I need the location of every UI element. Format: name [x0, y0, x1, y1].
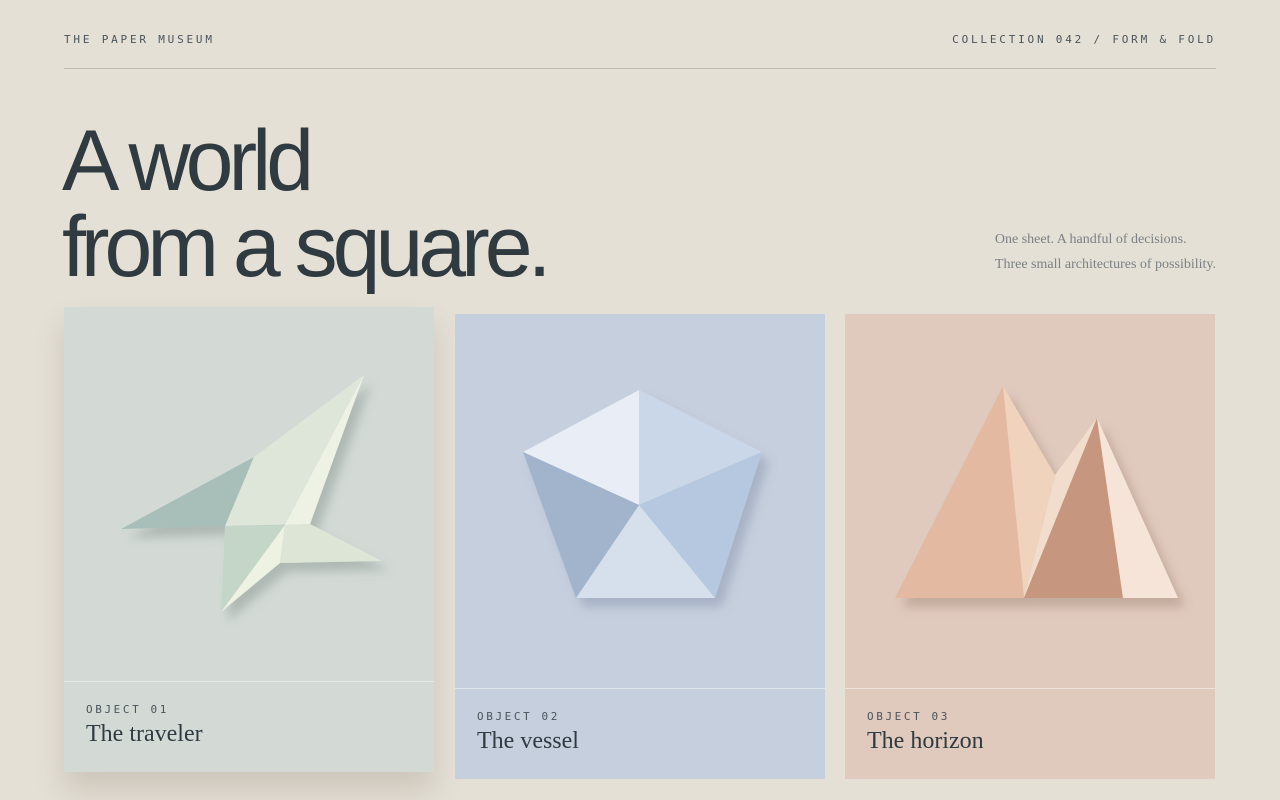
- card-divider: [455, 688, 825, 689]
- object-title: The horizon: [867, 728, 984, 754]
- object-card-traveler[interactable]: OBJECT 01 The traveler: [64, 307, 434, 772]
- tagline: One sheet. A handful of decisions. Three…: [995, 227, 1216, 277]
- mountains-illustration: [895, 386, 1178, 598]
- object-card-vessel[interactable]: OBJECT 02 The vessel: [455, 314, 825, 779]
- paper-plane-illustration: [121, 375, 382, 612]
- tagline-line-2: Three small architectures of possibility…: [994, 257, 1216, 272]
- object-number: OBJECT 03: [867, 710, 951, 723]
- hero-line-2: from a square.: [62, 199, 551, 295]
- collection-label: COLLECTION 042 / FORM & FOLD: [952, 33, 1216, 46]
- tagline-line-1: One sheet. A handful of decisions.: [994, 232, 1187, 247]
- top-bar: THE PAPER MUSEUM COLLECTION 042 / FORM &…: [64, 0, 1216, 69]
- object-title: The traveler: [86, 721, 203, 747]
- pentagon-illustration: [523, 390, 762, 598]
- card-divider: [64, 681, 434, 682]
- object-title: The vessel: [477, 728, 579, 754]
- hero-line-1: A world: [62, 113, 314, 209]
- site-brand[interactable]: THE PAPER MUSEUM: [64, 34, 215, 46]
- card-divider: [845, 688, 1215, 689]
- hero-headline: A world from a square.: [62, 113, 551, 295]
- object-number: OBJECT 02: [477, 710, 561, 723]
- object-number: OBJECT 01: [86, 703, 170, 716]
- object-card-horizon[interactable]: OBJECT 03 The horizon: [845, 314, 1215, 779]
